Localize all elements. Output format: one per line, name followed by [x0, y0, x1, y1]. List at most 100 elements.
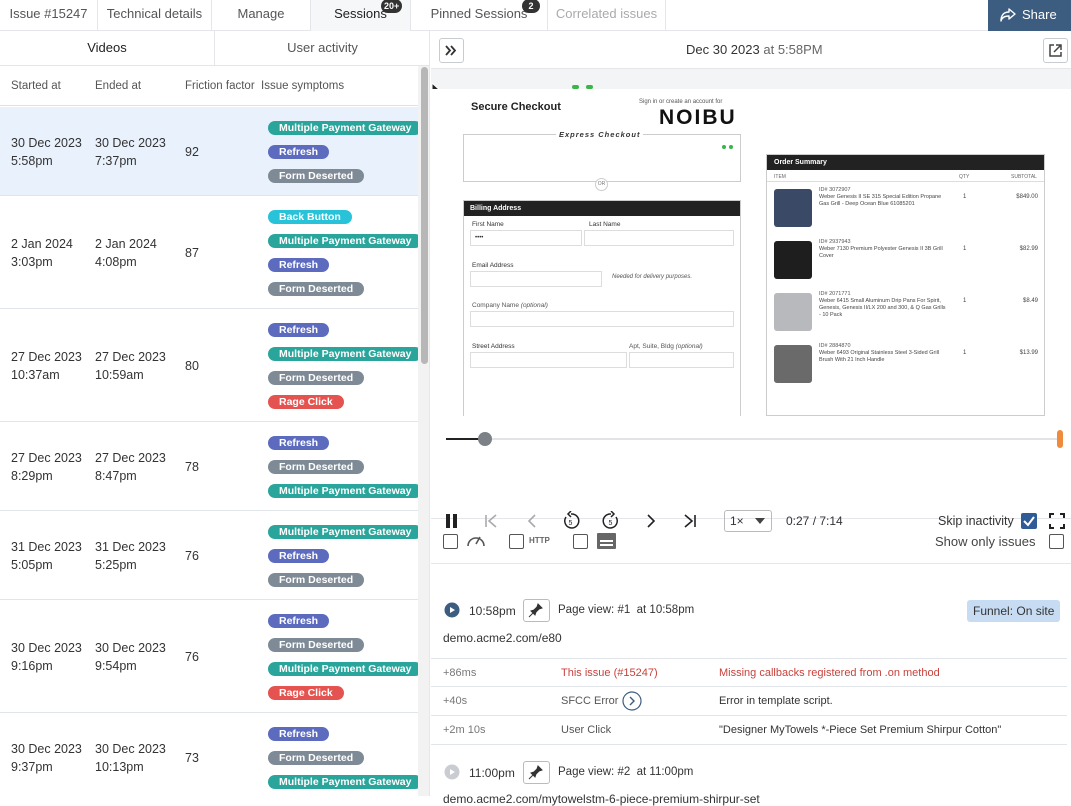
- product-thumbnail: [774, 293, 812, 331]
- product-id: ID# 2937943: [819, 239, 851, 245]
- tab-sessions[interactable]: Sessions 20+: [311, 0, 411, 31]
- product-thumbnail: [774, 189, 812, 227]
- street-input[interactable]: [470, 352, 627, 368]
- filter-http-checkbox[interactable]: [509, 534, 524, 549]
- top-tab-bar: Issue #15247 Technical details Manage Se…: [0, 0, 1071, 31]
- filter-console-checkbox[interactable]: [573, 534, 588, 549]
- symptom-badge: Form Deserted: [268, 459, 365, 474]
- pin-pageview-1-button[interactable]: [523, 599, 550, 622]
- symptom-badge: Multiple Payment Gateway: [268, 346, 423, 361]
- company-optional: (optional): [520, 302, 548, 309]
- tab-technical-details-label: Technical details: [106, 6, 203, 21]
- started-date: 27 Dec 2023: [11, 349, 82, 364]
- open-external-button[interactable]: [1043, 38, 1068, 63]
- chevron-right-circle-icon[interactable]: [622, 691, 642, 711]
- play-circle-icon[interactable]: [444, 764, 460, 780]
- product-id: ID# 2071771: [819, 291, 851, 297]
- replay-panel: Dec 30 2023 at 5:58PM Secure Checkout Si…: [431, 31, 1071, 806]
- symptom-badge: Refresh: [268, 435, 330, 450]
- last-name-input[interactable]: [584, 230, 734, 246]
- started-date: 31 Dec 2023: [11, 539, 82, 554]
- subtab-videos[interactable]: Videos: [0, 31, 215, 66]
- external-link-icon: [1049, 44, 1062, 57]
- col-ended-at[interactable]: Ended at: [95, 80, 141, 92]
- ended-date: 31 Dec 2023: [95, 539, 166, 554]
- symptom-badge: Form Deserted: [268, 281, 365, 296]
- symptom-badge: Multiple Payment Gateway: [268, 120, 423, 135]
- play-circle-icon[interactable]: [444, 602, 460, 618]
- first-name-input[interactable]: ••••: [470, 230, 582, 246]
- share-button[interactable]: Share: [988, 0, 1071, 31]
- ended-time: 10:59am: [95, 367, 144, 382]
- symptom-badge: Rage Click: [268, 685, 344, 700]
- tab-pinned-sessions-label: Pinned Sessions: [430, 6, 528, 21]
- col-subtotal: SUBTOTAL: [1011, 174, 1037, 180]
- street-label: Street Address: [472, 343, 515, 350]
- billing-form: Billing Address First Name Last Name •••…: [463, 200, 741, 416]
- sessions-scroll-thumb[interactable]: [421, 67, 428, 364]
- ended-date: 30 Dec 2023: [95, 135, 166, 150]
- email-input[interactable]: [470, 271, 602, 287]
- company-input[interactable]: [470, 311, 734, 327]
- show-only-issues-label: Show only issues: [935, 534, 1036, 549]
- col-started-at[interactable]: Started at: [11, 80, 61, 92]
- company-label-text: Company Name: [472, 302, 519, 309]
- event-type: SFCC Error: [561, 695, 619, 707]
- col-issue-symptoms[interactable]: Issue symptoms: [261, 80, 344, 92]
- event-row[interactable]: +86ms This issue (#15247) Missing callba…: [431, 658, 1067, 687]
- subtab-videos-label: Videos: [87, 40, 127, 55]
- tab-manage[interactable]: Manage: [212, 0, 311, 31]
- event-type[interactable]: This issue (#15247): [561, 666, 658, 680]
- order-item: ID# 2071771 Weber 6415 Small Aluminum Dri…: [767, 289, 1044, 339]
- tab-technical-details[interactable]: Technical details: [98, 0, 212, 31]
- tab-manage-label: Manage: [237, 6, 285, 21]
- session-row[interactable]: 30 Dec 2023 9:37pm 30 Dec 2023 10:13pm 73 Ref…: [0, 713, 423, 796]
- tab-correlated-issues[interactable]: Correlated issues: [548, 0, 666, 31]
- player-controls: 5 5 1× 0:27 / 7:14 Skip inactivity: [431, 416, 1071, 532]
- event-row[interactable]: +2m 10s User Click "Designer MyTowels *-…: [431, 716, 1067, 745]
- pinned-count-badge: 2: [522, 0, 540, 13]
- symptom-badge: Refresh: [268, 548, 330, 563]
- tab-pinned-sessions[interactable]: Pinned Sessions 2: [411, 0, 548, 31]
- ended-time: 8:47pm: [95, 468, 137, 483]
- billing-header: Billing Address: [464, 201, 740, 216]
- session-row[interactable]: 30 Dec 2023 5:58pm 30 Dec 2023 7:37pm 92 Mult…: [0, 107, 423, 196]
- ended-date: 27 Dec 2023: [95, 450, 166, 465]
- pin-icon: [528, 603, 543, 618]
- event-row[interactable]: +40s SFCC Error Error in template script…: [431, 687, 1067, 716]
- timeline-track[interactable]: [446, 438, 1063, 440]
- pageview-1-url[interactable]: demo.acme2.com/e80: [443, 631, 562, 645]
- session-replay-viewer[interactable]: Secure Checkout Sign in or create an acc…: [431, 69, 1071, 416]
- subtab-user-activity[interactable]: User activity: [215, 31, 429, 66]
- started-time: 5:05pm: [11, 557, 53, 572]
- apt-input[interactable]: [629, 352, 734, 368]
- filter-performance-checkbox[interactable]: [443, 534, 458, 549]
- order-item: ID# 3072907 Weber Genesis II SE 315 Speci…: [767, 185, 1044, 235]
- last-name-label: Last Name: [589, 221, 621, 228]
- ended-time: 9:54pm: [95, 658, 137, 673]
- session-row[interactable]: 31 Dec 2023 5:05pm 31 Dec 2023 5:25pm 76 Mult…: [0, 511, 423, 600]
- show-only-issues-checkbox[interactable]: [1049, 534, 1064, 549]
- session-row[interactable]: 2 Jan 2024 3:03pm 2 Jan 2024 4:08pm 87 Back B…: [0, 196, 423, 309]
- pageview-2-url[interactable]: demo.acme2.com/mytowelstm-6-piece-premiu…: [443, 792, 760, 806]
- pin-icon: [528, 765, 543, 780]
- ended-date: 30 Dec 2023: [95, 741, 166, 756]
- product-qty: 1: [963, 194, 967, 200]
- pageview-1-at: at 10:58pm: [636, 604, 695, 616]
- event-description: "Designer MyTowels *-Piece Set Premium S…: [719, 724, 1002, 736]
- collapse-panel-button[interactable]: [439, 38, 464, 63]
- pin-pageview-2-button[interactable]: [523, 761, 550, 784]
- timeline-scrubber[interactable]: [477, 432, 492, 446]
- event-description: Error in template script.: [719, 695, 833, 707]
- order-summary-header: Order Summary: [767, 155, 1044, 170]
- tab-issue[interactable]: Issue #15247: [0, 0, 98, 31]
- started-time: 5:58pm: [11, 153, 53, 168]
- product-id: ID# 3072907: [819, 187, 851, 193]
- symptom-badge: Refresh: [268, 144, 330, 159]
- session-row[interactable]: 27 Dec 2023 8:29pm 27 Dec 2023 8:47pm 78 Refr…: [0, 422, 423, 511]
- col-item: ITEM: [774, 174, 786, 180]
- session-row[interactable]: 30 Dec 2023 9:16pm 30 Dec 2023 9:54pm 76 Refr…: [0, 600, 423, 713]
- symptom-badge: Refresh: [268, 613, 330, 628]
- session-row[interactable]: 27 Dec 2023 10:37am 27 Dec 2023 10:59am 80 Re…: [0, 309, 423, 422]
- col-friction-factor[interactable]: Friction factor: [185, 80, 255, 92]
